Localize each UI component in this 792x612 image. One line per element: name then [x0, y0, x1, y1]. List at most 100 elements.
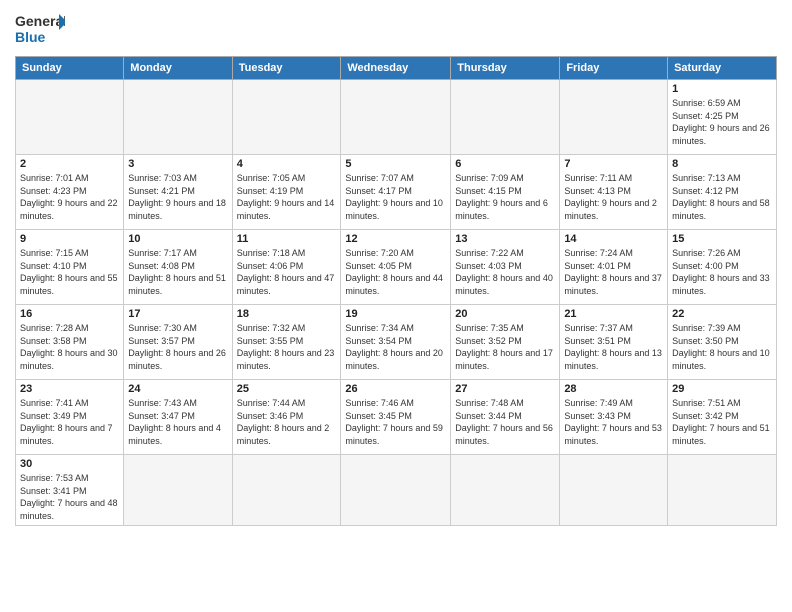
day-info: Sunrise: 7:39 AMSunset: 3:50 PMDaylight:… [672, 322, 772, 372]
day-info: Sunrise: 7:43 AMSunset: 3:47 PMDaylight:… [128, 397, 227, 447]
day-number: 18 [237, 308, 337, 320]
day-info: Sunrise: 6:59 AMSunset: 4:25 PMDaylight:… [672, 97, 772, 147]
calendar-cell: 5 Sunrise: 7:07 AMSunset: 4:17 PMDaylight… [341, 155, 451, 230]
calendar-cell: 17Sunrise: 7:30 AMSunset: 3:57 PMDayligh… [124, 305, 232, 380]
calendar-cell: 29Sunrise: 7:51 AMSunset: 3:42 PMDayligh… [668, 380, 777, 455]
day-number: 6 [455, 158, 555, 170]
calendar-cell: 23 Sunrise: 7:41 AMSunset: 3:49 PMDayligh… [16, 380, 124, 455]
col-header-friday: Friday [560, 57, 668, 80]
calendar-cell [124, 80, 232, 155]
day-info: Sunrise: 7:24 AMSunset: 4:01 PMDaylight:… [564, 247, 663, 297]
header: General Blue [15, 10, 777, 48]
day-info: Sunrise: 7:22 AMSunset: 4:03 PMDaylight:… [455, 247, 555, 297]
day-number: 24 [128, 383, 227, 395]
svg-text:Blue: Blue [15, 29, 46, 45]
day-info: Sunrise: 7:35 AMSunset: 3:52 PMDaylight:… [455, 322, 555, 372]
calendar-cell: 7 Sunrise: 7:11 AMSunset: 4:13 PMDaylight… [560, 155, 668, 230]
day-info: Sunrise: 7:07 AMSunset: 4:17 PMDaylight:… [345, 172, 446, 222]
calendar-cell [232, 80, 341, 155]
svg-text:General: General [15, 13, 65, 29]
calendar-cell [451, 80, 560, 155]
col-header-saturday: Saturday [668, 57, 777, 80]
day-number: 11 [237, 233, 337, 245]
day-number: 8 [672, 158, 772, 170]
col-header-wednesday: Wednesday [341, 57, 451, 80]
calendar-cell [232, 455, 341, 526]
calendar-cell: 11 Sunrise: 7:18 AMSunset: 4:06 PMDayligh… [232, 230, 341, 305]
day-number: 26 [345, 383, 446, 395]
day-info: Sunrise: 7:41 AMSunset: 3:49 PMDaylight:… [20, 397, 119, 447]
day-info: Sunrise: 7:32 AMSunset: 3:55 PMDaylight:… [237, 322, 337, 372]
col-header-tuesday: Tuesday [232, 57, 341, 80]
day-number: 2 [20, 158, 119, 170]
day-info: Sunrise: 7:15 AMSunset: 4:10 PMDaylight:… [20, 247, 119, 297]
calendar-cell: 14Sunrise: 7:24 AMSunset: 4:01 PMDayligh… [560, 230, 668, 305]
calendar-cell: 24 Sunrise: 7:43 AMSunset: 3:47 PMDayligh… [124, 380, 232, 455]
logo-svg: General Blue [15, 10, 65, 48]
day-number: 21 [564, 308, 663, 320]
calendar-cell: 20 Sunrise: 7:35 AMSunset: 3:52 PMDayligh… [451, 305, 560, 380]
day-info: Sunrise: 7:01 AMSunset: 4:23 PMDaylight:… [20, 172, 119, 222]
calendar-cell: 12 Sunrise: 7:20 AMSunset: 4:05 PMDayligh… [341, 230, 451, 305]
calendar-cell [560, 455, 668, 526]
day-number: 9 [20, 233, 119, 245]
calendar-cell: 28 Sunrise: 7:49 AMSunset: 3:43 PMDayligh… [560, 380, 668, 455]
calendar-cell [668, 455, 777, 526]
day-info: Sunrise: 7:53 AMSunset: 3:41 PMDaylight:… [20, 472, 119, 522]
calendar-cell [341, 455, 451, 526]
calendar-table: SundayMondayTuesdayWednesdayThursdayFrid… [15, 56, 777, 526]
day-info: Sunrise: 7:51 AMSunset: 3:42 PMDaylight:… [672, 397, 772, 447]
calendar-cell: 9 Sunrise: 7:15 AMSunset: 4:10 PMDaylight… [16, 230, 124, 305]
day-info: Sunrise: 7:13 AMSunset: 4:12 PMDaylight:… [672, 172, 772, 222]
day-number: 23 [20, 383, 119, 395]
calendar-cell [341, 80, 451, 155]
day-number: 12 [345, 233, 446, 245]
calendar-week-row: 30 Sunrise: 7:53 AMSunset: 3:41 PMDayligh… [16, 455, 777, 526]
day-info: Sunrise: 7:03 AMSunset: 4:21 PMDaylight:… [128, 172, 227, 222]
calendar-cell [451, 455, 560, 526]
day-info: Sunrise: 7:20 AMSunset: 4:05 PMDaylight:… [345, 247, 446, 297]
day-info: Sunrise: 7:17 AMSunset: 4:08 PMDaylight:… [128, 247, 227, 297]
day-number: 4 [237, 158, 337, 170]
calendar-cell: 26 Sunrise: 7:46 AMSunset: 3:45 PMDayligh… [341, 380, 451, 455]
day-info: Sunrise: 7:18 AMSunset: 4:06 PMDaylight:… [237, 247, 337, 297]
calendar-cell: 19Sunrise: 7:34 AMSunset: 3:54 PMDayligh… [341, 305, 451, 380]
day-number: 20 [455, 308, 555, 320]
calendar-cell: 1 Sunrise: 6:59 AMSunset: 4:25 PMDaylight… [668, 80, 777, 155]
calendar-cell: 16Sunrise: 7:28 AMSunset: 3:58 PMDayligh… [16, 305, 124, 380]
day-info: Sunrise: 7:28 AMSunset: 3:58 PMDaylight:… [20, 322, 119, 372]
day-number: 5 [345, 158, 446, 170]
calendar-cell: 10Sunrise: 7:17 AMSunset: 4:08 PMDayligh… [124, 230, 232, 305]
day-number: 30 [20, 458, 119, 470]
day-number: 17 [128, 308, 227, 320]
calendar-cell: 2 Sunrise: 7:01 AMSunset: 4:23 PMDaylight… [16, 155, 124, 230]
day-number: 7 [564, 158, 663, 170]
day-info: Sunrise: 7:34 AMSunset: 3:54 PMDaylight:… [345, 322, 446, 372]
calendar-header-row: SundayMondayTuesdayWednesdayThursdayFrid… [16, 57, 777, 80]
col-header-sunday: Sunday [16, 57, 124, 80]
calendar-cell: 22 Sunrise: 7:39 AMSunset: 3:50 PMDayligh… [668, 305, 777, 380]
calendar-cell [124, 455, 232, 526]
calendar-week-row: 1 Sunrise: 6:59 AMSunset: 4:25 PMDaylight… [16, 80, 777, 155]
calendar-week-row: 23 Sunrise: 7:41 AMSunset: 3:49 PMDayligh… [16, 380, 777, 455]
calendar-cell: 25Sunrise: 7:44 AMSunset: 3:46 PMDayligh… [232, 380, 341, 455]
day-number: 25 [237, 383, 337, 395]
calendar-cell: 15Sunrise: 7:26 AMSunset: 4:00 PMDayligh… [668, 230, 777, 305]
day-info: Sunrise: 7:11 AMSunset: 4:13 PMDaylight:… [564, 172, 663, 222]
calendar-cell [560, 80, 668, 155]
day-info: Sunrise: 7:46 AMSunset: 3:45 PMDaylight:… [345, 397, 446, 447]
calendar-cell: 4Sunrise: 7:05 AMSunset: 4:19 PMDaylight… [232, 155, 341, 230]
day-number: 1 [672, 83, 772, 95]
calendar-page: General Blue SundayMondayTuesdayWednesda… [0, 0, 792, 612]
calendar-cell: 21Sunrise: 7:37 AMSunset: 3:51 PMDayligh… [560, 305, 668, 380]
day-number: 22 [672, 308, 772, 320]
day-info: Sunrise: 7:48 AMSunset: 3:44 PMDaylight:… [455, 397, 555, 447]
day-number: 3 [128, 158, 227, 170]
calendar-cell: 6Sunrise: 7:09 AMSunset: 4:15 PMDaylight… [451, 155, 560, 230]
day-number: 27 [455, 383, 555, 395]
day-info: Sunrise: 7:49 AMSunset: 3:43 PMDaylight:… [564, 397, 663, 447]
calendar-cell [16, 80, 124, 155]
day-number: 28 [564, 383, 663, 395]
col-header-monday: Monday [124, 57, 232, 80]
calendar-week-row: 16Sunrise: 7:28 AMSunset: 3:58 PMDayligh… [16, 305, 777, 380]
